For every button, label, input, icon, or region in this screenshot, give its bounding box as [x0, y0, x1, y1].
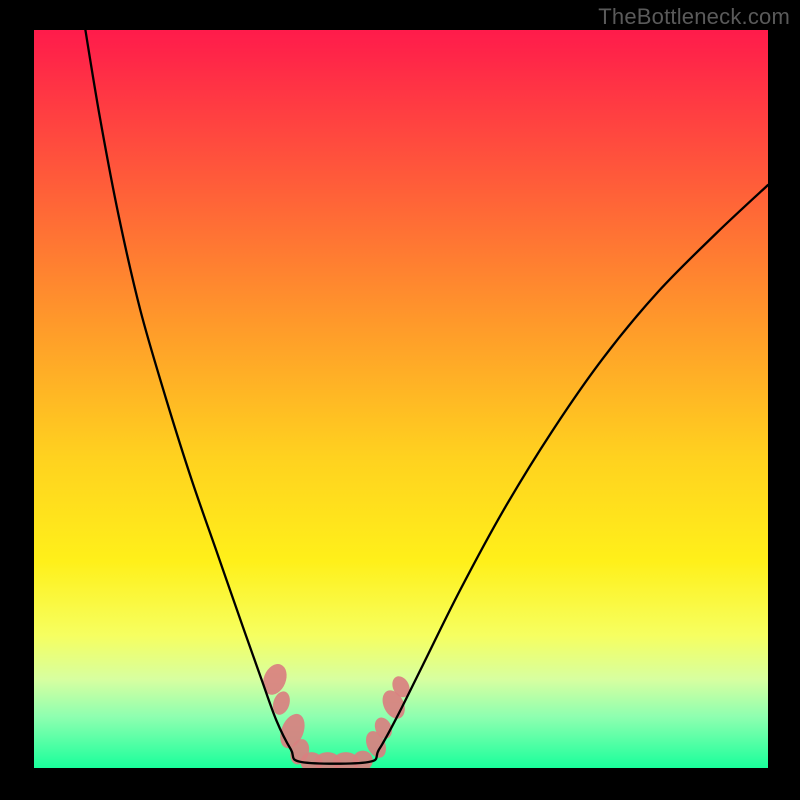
plot-area [34, 30, 768, 768]
watermark-text: TheBottleneck.com [598, 4, 790, 30]
chart-stage: TheBottleneck.com [0, 0, 800, 800]
